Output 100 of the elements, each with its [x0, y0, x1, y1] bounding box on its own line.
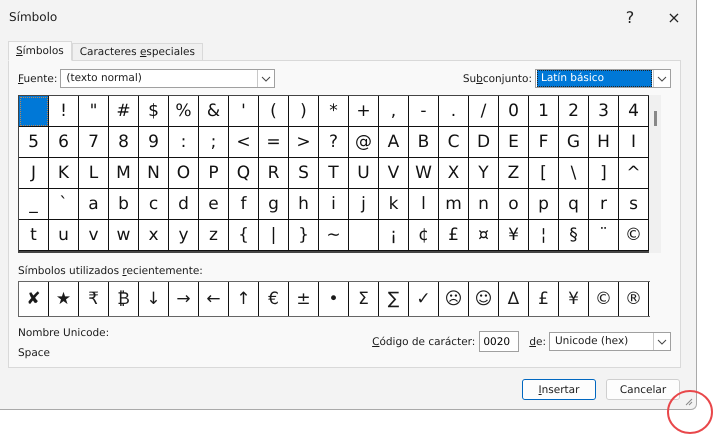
- symbol-cell[interactable]: A: [379, 127, 409, 158]
- symbol-cell[interactable]: j: [349, 189, 379, 220]
- symbol-cell[interactable]: +: [349, 96, 379, 127]
- symbol-cell[interactable]: @: [349, 127, 379, 158]
- symbol-cell[interactable]: V: [379, 158, 409, 189]
- recent-symbol-cell[interactable]: ¥: [559, 282, 589, 316]
- symbol-cell[interactable]: o: [499, 189, 529, 220]
- encoding-dropdown[interactable]: Unicode (hex): [549, 332, 671, 351]
- subset-dropdown[interactable]: Latín básico: [535, 69, 671, 88]
- symbol-cell[interactable]: n: [469, 189, 499, 220]
- symbol-cell[interactable]: M: [109, 158, 139, 189]
- recent-symbol-cell[interactable]: ↓: [139, 282, 169, 316]
- dialog-button[interactable]: Insertar: [522, 379, 596, 400]
- symbol-cell[interactable]: £: [439, 220, 469, 251]
- symbol-cell[interactable]: 3: [589, 96, 619, 127]
- symbol-cell[interactable]: X: [439, 158, 469, 189]
- symbol-cell[interactable]: [19, 96, 49, 127]
- recent-symbol-cell[interactable]: •: [319, 282, 349, 316]
- symbol-cell[interactable]: {: [229, 220, 259, 251]
- symbol-cell[interactable]: v: [79, 220, 109, 251]
- recent-symbol-cell[interactable]: €: [259, 282, 289, 316]
- symbol-cell[interactable]: Q: [229, 158, 259, 189]
- symbol-cell[interactable]: ): [289, 96, 319, 127]
- symbol-cell[interactable]: m: [439, 189, 469, 220]
- symbol-cell[interactable]: F: [529, 127, 559, 158]
- tab[interactable]: Caracteres especiales: [72, 43, 203, 61]
- symbol-cell[interactable]: G: [559, 127, 589, 158]
- character-code-field[interactable]: 0020: [479, 331, 520, 352]
- symbol-cell[interactable]: D: [469, 127, 499, 158]
- symbol-cell[interactable]: e: [199, 189, 229, 220]
- symbol-cell[interactable]: c: [139, 189, 169, 220]
- symbol-cell[interactable]: &: [199, 96, 229, 127]
- symbol-cell[interactable]: 8: [109, 127, 139, 158]
- symbol-cell[interactable]: T: [319, 158, 349, 189]
- symbol-cell[interactable]: \: [559, 158, 589, 189]
- symbol-cell[interactable]: 9: [139, 127, 169, 158]
- symbol-cell[interactable]: U: [349, 158, 379, 189]
- symbol-cell[interactable]: _: [19, 189, 49, 220]
- recent-symbol-cell[interactable]: ®: [619, 282, 649, 316]
- symbol-cell[interactable]: L: [79, 158, 109, 189]
- symbol-cell[interactable]: q: [559, 189, 589, 220]
- symbol-cell[interactable]: t: [19, 220, 49, 251]
- recent-symbol-cell[interactable]: ☺: [469, 282, 499, 316]
- symbol-cell[interactable]: ^: [619, 158, 649, 189]
- symbol-cell[interactable]: ©: [619, 220, 649, 251]
- symbol-cell[interactable]: >: [289, 127, 319, 158]
- symbol-cell[interactable]: 1: [529, 96, 559, 127]
- symbol-cell[interactable]: `: [49, 189, 79, 220]
- symbol-cell[interactable]: N: [139, 158, 169, 189]
- symbol-cell[interactable]: 2: [559, 96, 589, 127]
- symbol-cell[interactable]: S: [289, 158, 319, 189]
- recent-symbol-cell[interactable]: ₿: [109, 282, 139, 316]
- symbol-cell[interactable]: 6: [49, 127, 79, 158]
- symbol-cell[interactable]: =: [259, 127, 289, 158]
- symbol-cell[interactable]: }: [289, 220, 319, 251]
- symbol-cell[interactable]: z: [199, 220, 229, 251]
- symbol-cell[interactable]: I: [619, 127, 649, 158]
- recent-symbol-cell[interactable]: £: [529, 282, 559, 316]
- symbol-cell[interactable]: ]: [589, 158, 619, 189]
- symbol-cell[interactable]: J: [19, 158, 49, 189]
- symbol-cell[interactable]: f: [229, 189, 259, 220]
- symbol-cell[interactable]: 4: [619, 96, 649, 127]
- symbol-cell[interactable]: B: [409, 127, 439, 158]
- symbol-cell[interactable]: W: [409, 158, 439, 189]
- symbol-cell[interactable]: .: [439, 96, 469, 127]
- symbol-cell[interactable]: g: [259, 189, 289, 220]
- recent-symbol-cell[interactable]: →: [169, 282, 199, 316]
- symbol-cell[interactable]: <: [229, 127, 259, 158]
- symbol-cell[interactable]: y: [169, 220, 199, 251]
- symbol-cell[interactable]: /: [469, 96, 499, 127]
- symbol-cell[interactable]: ¢: [409, 220, 439, 251]
- symbol-cell[interactable]: a: [79, 189, 109, 220]
- symbol-cell[interactable]: b: [109, 189, 139, 220]
- symbol-cell[interactable]: 0: [499, 96, 529, 127]
- recent-symbol-cell[interactable]: ✓: [409, 282, 439, 316]
- symbol-cell[interactable]: 7: [79, 127, 109, 158]
- help-button[interactable]: ?: [608, 0, 652, 34]
- symbol-cell[interactable]: d: [169, 189, 199, 220]
- symbol-cell[interactable]: ¥: [499, 220, 529, 251]
- symbol-cell[interactable]: P: [199, 158, 229, 189]
- symbol-cell[interactable]: [349, 220, 379, 251]
- symbol-cell[interactable]: x: [139, 220, 169, 251]
- recent-symbol-cell[interactable]: ★: [49, 282, 79, 316]
- symbol-cell[interactable]: [: [529, 158, 559, 189]
- symbol-cell[interactable]: 5: [19, 127, 49, 158]
- symbol-cell[interactable]: H: [589, 127, 619, 158]
- symbol-cell[interactable]: i: [319, 189, 349, 220]
- symbol-cell[interactable]: w: [109, 220, 139, 251]
- symbol-cell[interactable]: K: [49, 158, 79, 189]
- scrollbar[interactable]: [649, 95, 661, 253]
- symbol-cell[interactable]: l: [409, 189, 439, 220]
- recent-symbol-cell[interactable]: ©: [589, 282, 619, 316]
- recent-symbol-cell[interactable]: ←: [199, 282, 229, 316]
- symbol-cell[interactable]: O: [169, 158, 199, 189]
- resize-grip-icon[interactable]: [685, 398, 693, 406]
- symbol-cell[interactable]: (: [259, 96, 289, 127]
- symbol-cell[interactable]: ¨: [589, 220, 619, 251]
- symbol-cell[interactable]: r: [589, 189, 619, 220]
- recent-symbol-cell[interactable]: ☹: [439, 282, 469, 316]
- symbol-cell[interactable]: p: [529, 189, 559, 220]
